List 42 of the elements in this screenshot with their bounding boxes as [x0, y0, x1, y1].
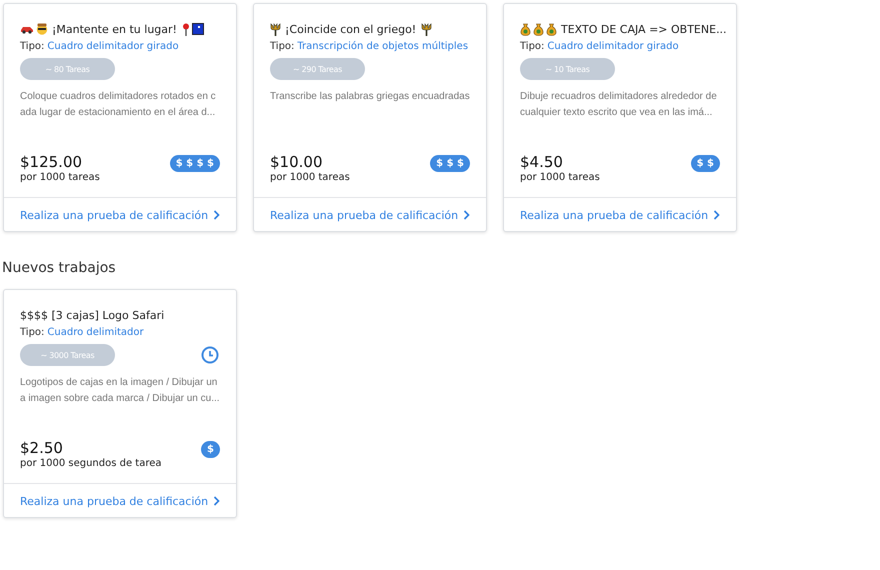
job-title: TEXTO DE CAJA => OBTENE... [561, 22, 727, 36]
type-link[interactable]: Transcripción de objetos múltiples [297, 41, 468, 52]
tasks-pill: ~ 3000 Tareas [20, 344, 115, 366]
price: $4.50 [520, 153, 564, 171]
price: $2.50 [20, 439, 64, 457]
qualification-link[interactable]: Realiza una prueba de calificación [520, 208, 708, 222]
chevron-right-icon[interactable] [213, 496, 220, 506]
price-unit: por 1000 tareas [270, 172, 350, 183]
pay-badge: $ $ $ $ [170, 155, 220, 172]
tasks-pill: ~ 290 Tareas [270, 58, 365, 80]
tasks-pill: ~ 80 Tareas [20, 58, 115, 80]
job-description: Coloque cuadros delimitadores rotados en cada lugar de estacionamiento en el área d... [20, 90, 217, 120]
job-description: Dibuje recuadros delimitadores alrededor de cualquier texto escrito que vea en las imá... [520, 90, 718, 120]
chevron-right-icon[interactable] [213, 210, 220, 220]
clock-icon [201, 346, 219, 364]
price-unit: por 1000 segundos de tarea [20, 458, 162, 469]
job-title: ¡Mantente en tu lugar! [52, 22, 177, 36]
chevron-right-icon[interactable] [713, 210, 720, 220]
job-title: $$$$ [3 cajas] Logo Safari [20, 308, 164, 322]
job-title: ¡Coincide con el griego! [285, 22, 416, 36]
price-unit: por 1000 tareas [20, 172, 100, 183]
qualification-link[interactable]: Realiza una prueba de calificación [20, 494, 208, 508]
type-link[interactable]: Cuadro delimitador [47, 327, 144, 338]
job-description: Logotipos de cajas en la imagen / Dibujar una imagen sobre cada marca / Dibujar un cu... [20, 376, 220, 406]
qualification-link[interactable]: Realiza una prueba de calificación [20, 208, 208, 222]
pay-badge: $ $ [690, 155, 720, 172]
type-label: Tipo: [20, 327, 44, 338]
tasks-pill: ~ 10 Tareas [520, 58, 615, 80]
price: $125.00 [20, 153, 84, 171]
pay-badge: $ [201, 441, 220, 458]
qualification-link[interactable]: Realiza una prueba de calificación [270, 208, 458, 222]
price: $10.00 [270, 153, 324, 171]
section-heading: Nuevos trabajos [2, 259, 117, 277]
type-label: Tipo: [270, 41, 294, 52]
type-label: Tipo: [520, 41, 544, 52]
chevron-right-icon[interactable] [463, 210, 470, 220]
job-description: Transcribe las palabras griegas encuadradas [270, 90, 470, 104]
price-unit: por 1000 tareas [520, 172, 600, 183]
type-label: Tipo: [20, 41, 44, 52]
type-link[interactable]: Cuadro delimitador girado [547, 41, 679, 52]
pay-badge: $ $ $ [430, 155, 470, 172]
type-link[interactable]: Cuadro delimitador girado [47, 41, 179, 52]
